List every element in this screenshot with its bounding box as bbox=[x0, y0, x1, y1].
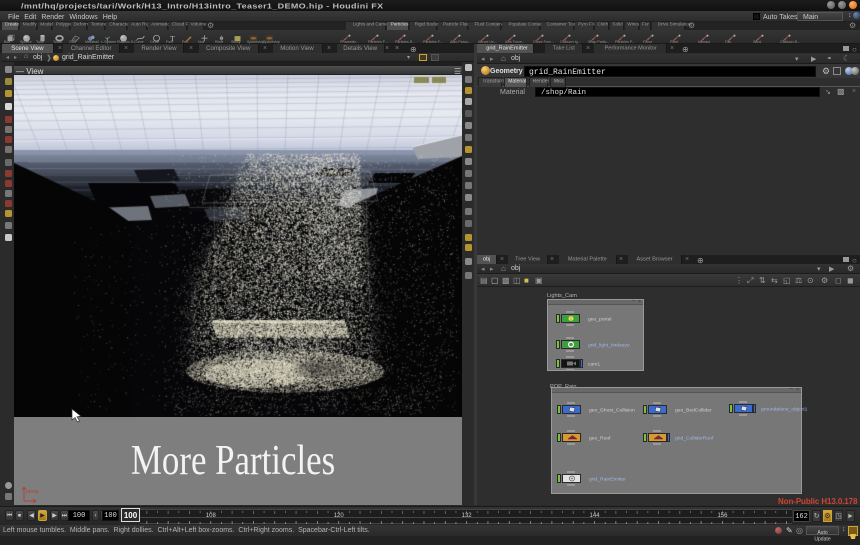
svg-text:132: 132 bbox=[462, 513, 473, 519]
svg-text:156: 156 bbox=[717, 513, 728, 519]
svg-text:persp: persp bbox=[26, 489, 39, 495]
svg-text:120: 120 bbox=[334, 513, 345, 519]
svg-text:108: 108 bbox=[206, 513, 217, 519]
svg-text:144: 144 bbox=[590, 513, 601, 519]
